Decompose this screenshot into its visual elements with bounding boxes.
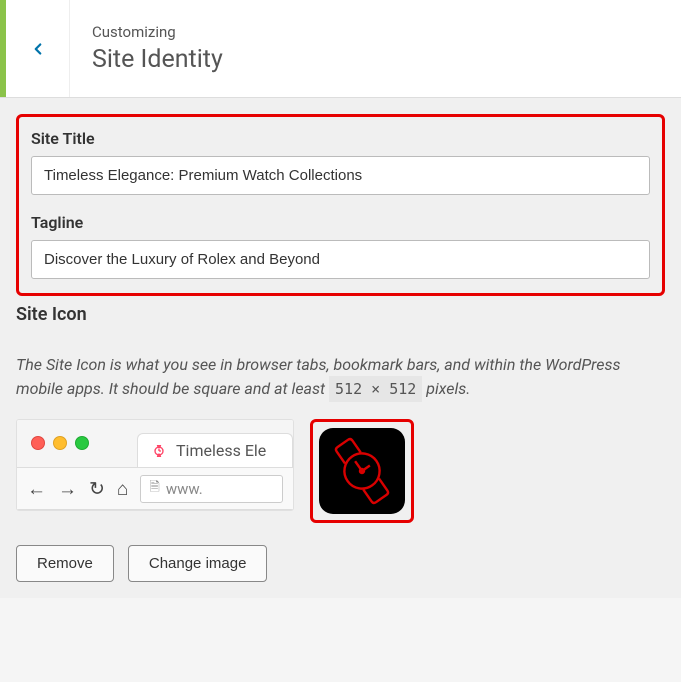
icon-preview-row: Timeless Ele ← → ↻ ⌂ 🗎 www.	[16, 419, 665, 523]
browser-tab: Timeless Ele	[137, 433, 293, 467]
site-title-label: Site Title	[31, 129, 650, 148]
tagline-label: Tagline	[31, 213, 650, 232]
traffic-light-yellow	[53, 436, 67, 450]
back-arrow-icon: ←	[27, 479, 46, 498]
customizer-body: Site Title Tagline Site Icon The Site Ic…	[0, 98, 681, 598]
tagline-input[interactable]	[31, 240, 650, 279]
url-text: www.	[166, 480, 203, 498]
site-icon-label: Site Icon	[16, 304, 665, 325]
site-icon-description: The Site Icon is what you see in browser…	[16, 353, 665, 401]
remove-button[interactable]: Remove	[16, 545, 114, 582]
back-button[interactable]	[6, 0, 70, 97]
favicon-icon	[150, 442, 168, 460]
customizer-header: Customizing Site Identity	[0, 0, 681, 98]
page-title: Site Identity	[92, 45, 223, 74]
traffic-lights	[31, 436, 89, 450]
browser-tab-bar: Timeless Ele	[17, 420, 293, 468]
page-icon: 🗎	[149, 478, 159, 500]
traffic-light-red	[31, 436, 45, 450]
browser-toolbar: ← → ↻ ⌂ 🗎 www.	[17, 468, 293, 510]
traffic-light-green	[75, 436, 89, 450]
desc-text-post: pixels.	[422, 379, 470, 398]
forward-arrow-icon: →	[58, 479, 77, 498]
reload-icon: ↻	[89, 479, 105, 498]
icon-button-row: Remove Change image	[16, 545, 665, 582]
site-icon-preview	[319, 428, 405, 514]
dimension-code: 512 × 512	[329, 376, 422, 402]
chevron-left-icon	[29, 40, 47, 58]
browser-preview: Timeless Ele ← → ↻ ⌂ 🗎 www.	[16, 419, 294, 511]
desc-text-pre: The Site Icon is what you see in browser…	[16, 355, 620, 398]
home-icon: ⌂	[117, 479, 128, 498]
site-title-input[interactable]	[31, 156, 650, 195]
breadcrumb: Customizing	[92, 23, 223, 41]
header-title-area: Customizing Site Identity	[70, 0, 245, 97]
tab-title: Timeless Ele	[176, 441, 266, 460]
change-image-button[interactable]: Change image	[128, 545, 268, 582]
site-icon-preview-highlight	[310, 419, 414, 523]
url-bar: 🗎 www.	[140, 475, 283, 503]
watch-icon	[322, 431, 402, 511]
identity-fields-highlight: Site Title Tagline	[16, 114, 665, 296]
